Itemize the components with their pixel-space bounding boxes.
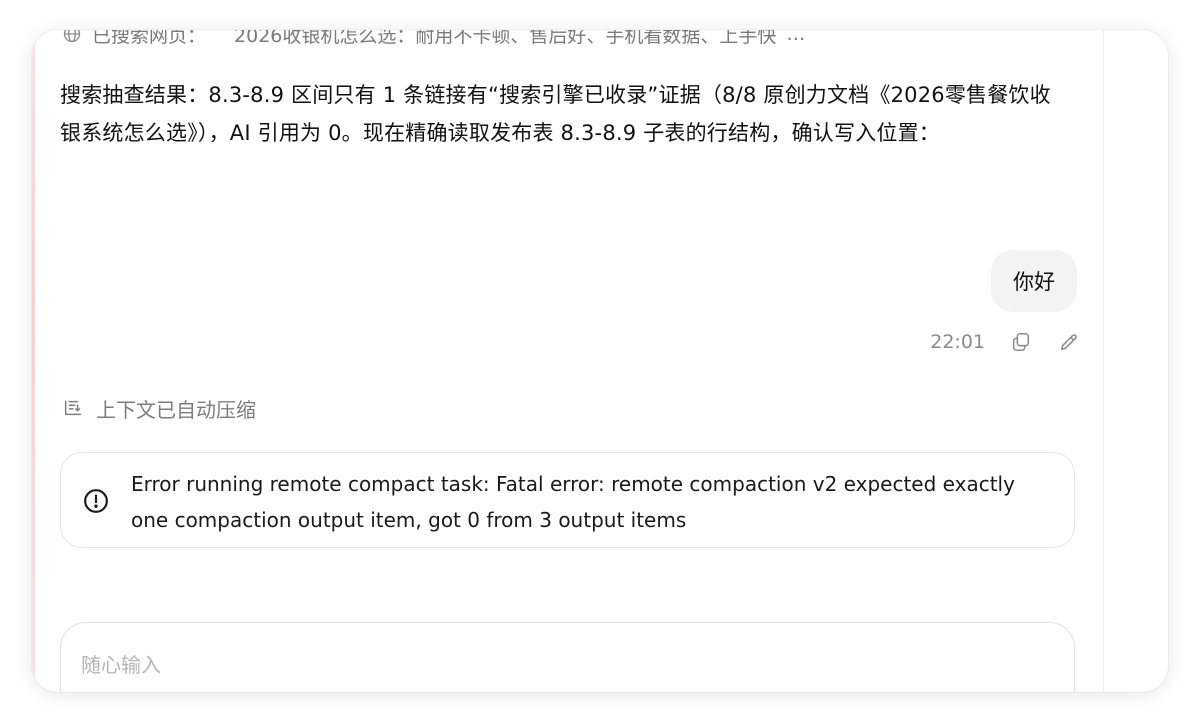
web-search-summary[interactable]: 已搜索网页： 2026收银机怎么选：耐用不卡顿、售后好、手机看数据、上手快 …: [62, 30, 1062, 48]
copy-button[interactable]: [1009, 330, 1033, 354]
user-message-actions: 22:01: [930, 328, 1081, 356]
pencil-icon: [1060, 334, 1077, 351]
assistant-message: 搜索抽查结果：8.3-8.9 区间只有 1 条链接有“搜索引擎已收录”证据（8/…: [60, 83, 1051, 145]
globe-icon: [63, 30, 81, 43]
alert-circle-icon: [84, 489, 108, 513]
copy-icon: [1012, 332, 1030, 352]
search-ellipsis: …: [786, 30, 806, 45]
user-message-bubble: 你好: [991, 250, 1077, 312]
search-label: 已搜索网页：: [92, 30, 207, 47]
user-message-text: 你好: [1013, 270, 1055, 294]
compaction-label: 上下文已自动压缩: [96, 397, 256, 422]
chat-window: 已搜索网页： 2026收银机怎么选：耐用不卡顿、售后好、手机看数据、上手快 … …: [32, 30, 1168, 692]
search-query: 2026收银机怎么选：耐用不卡顿、售后好、手机看数据、上手快: [234, 30, 777, 47]
right-panel-divider: [1103, 30, 1104, 692]
message-timestamp: 22:01: [930, 331, 985, 353]
compress-icon: [64, 400, 82, 416]
error-text: Error running remote compact task: Fatal…: [131, 472, 1015, 532]
context-compacted-notice: 上下文已自动压缩: [62, 394, 256, 422]
chat-transcript: 已搜索网页： 2026收银机怎么选：耐用不卡顿、售后好、手机看数据、上手快 … …: [32, 30, 1103, 692]
message-composer[interactable]: 随心输入: [60, 622, 1075, 692]
composer-placeholder: 随心输入: [81, 653, 161, 677]
error-message-card: Error running remote compact task: Fatal…: [60, 452, 1075, 548]
edit-button[interactable]: [1057, 330, 1081, 354]
